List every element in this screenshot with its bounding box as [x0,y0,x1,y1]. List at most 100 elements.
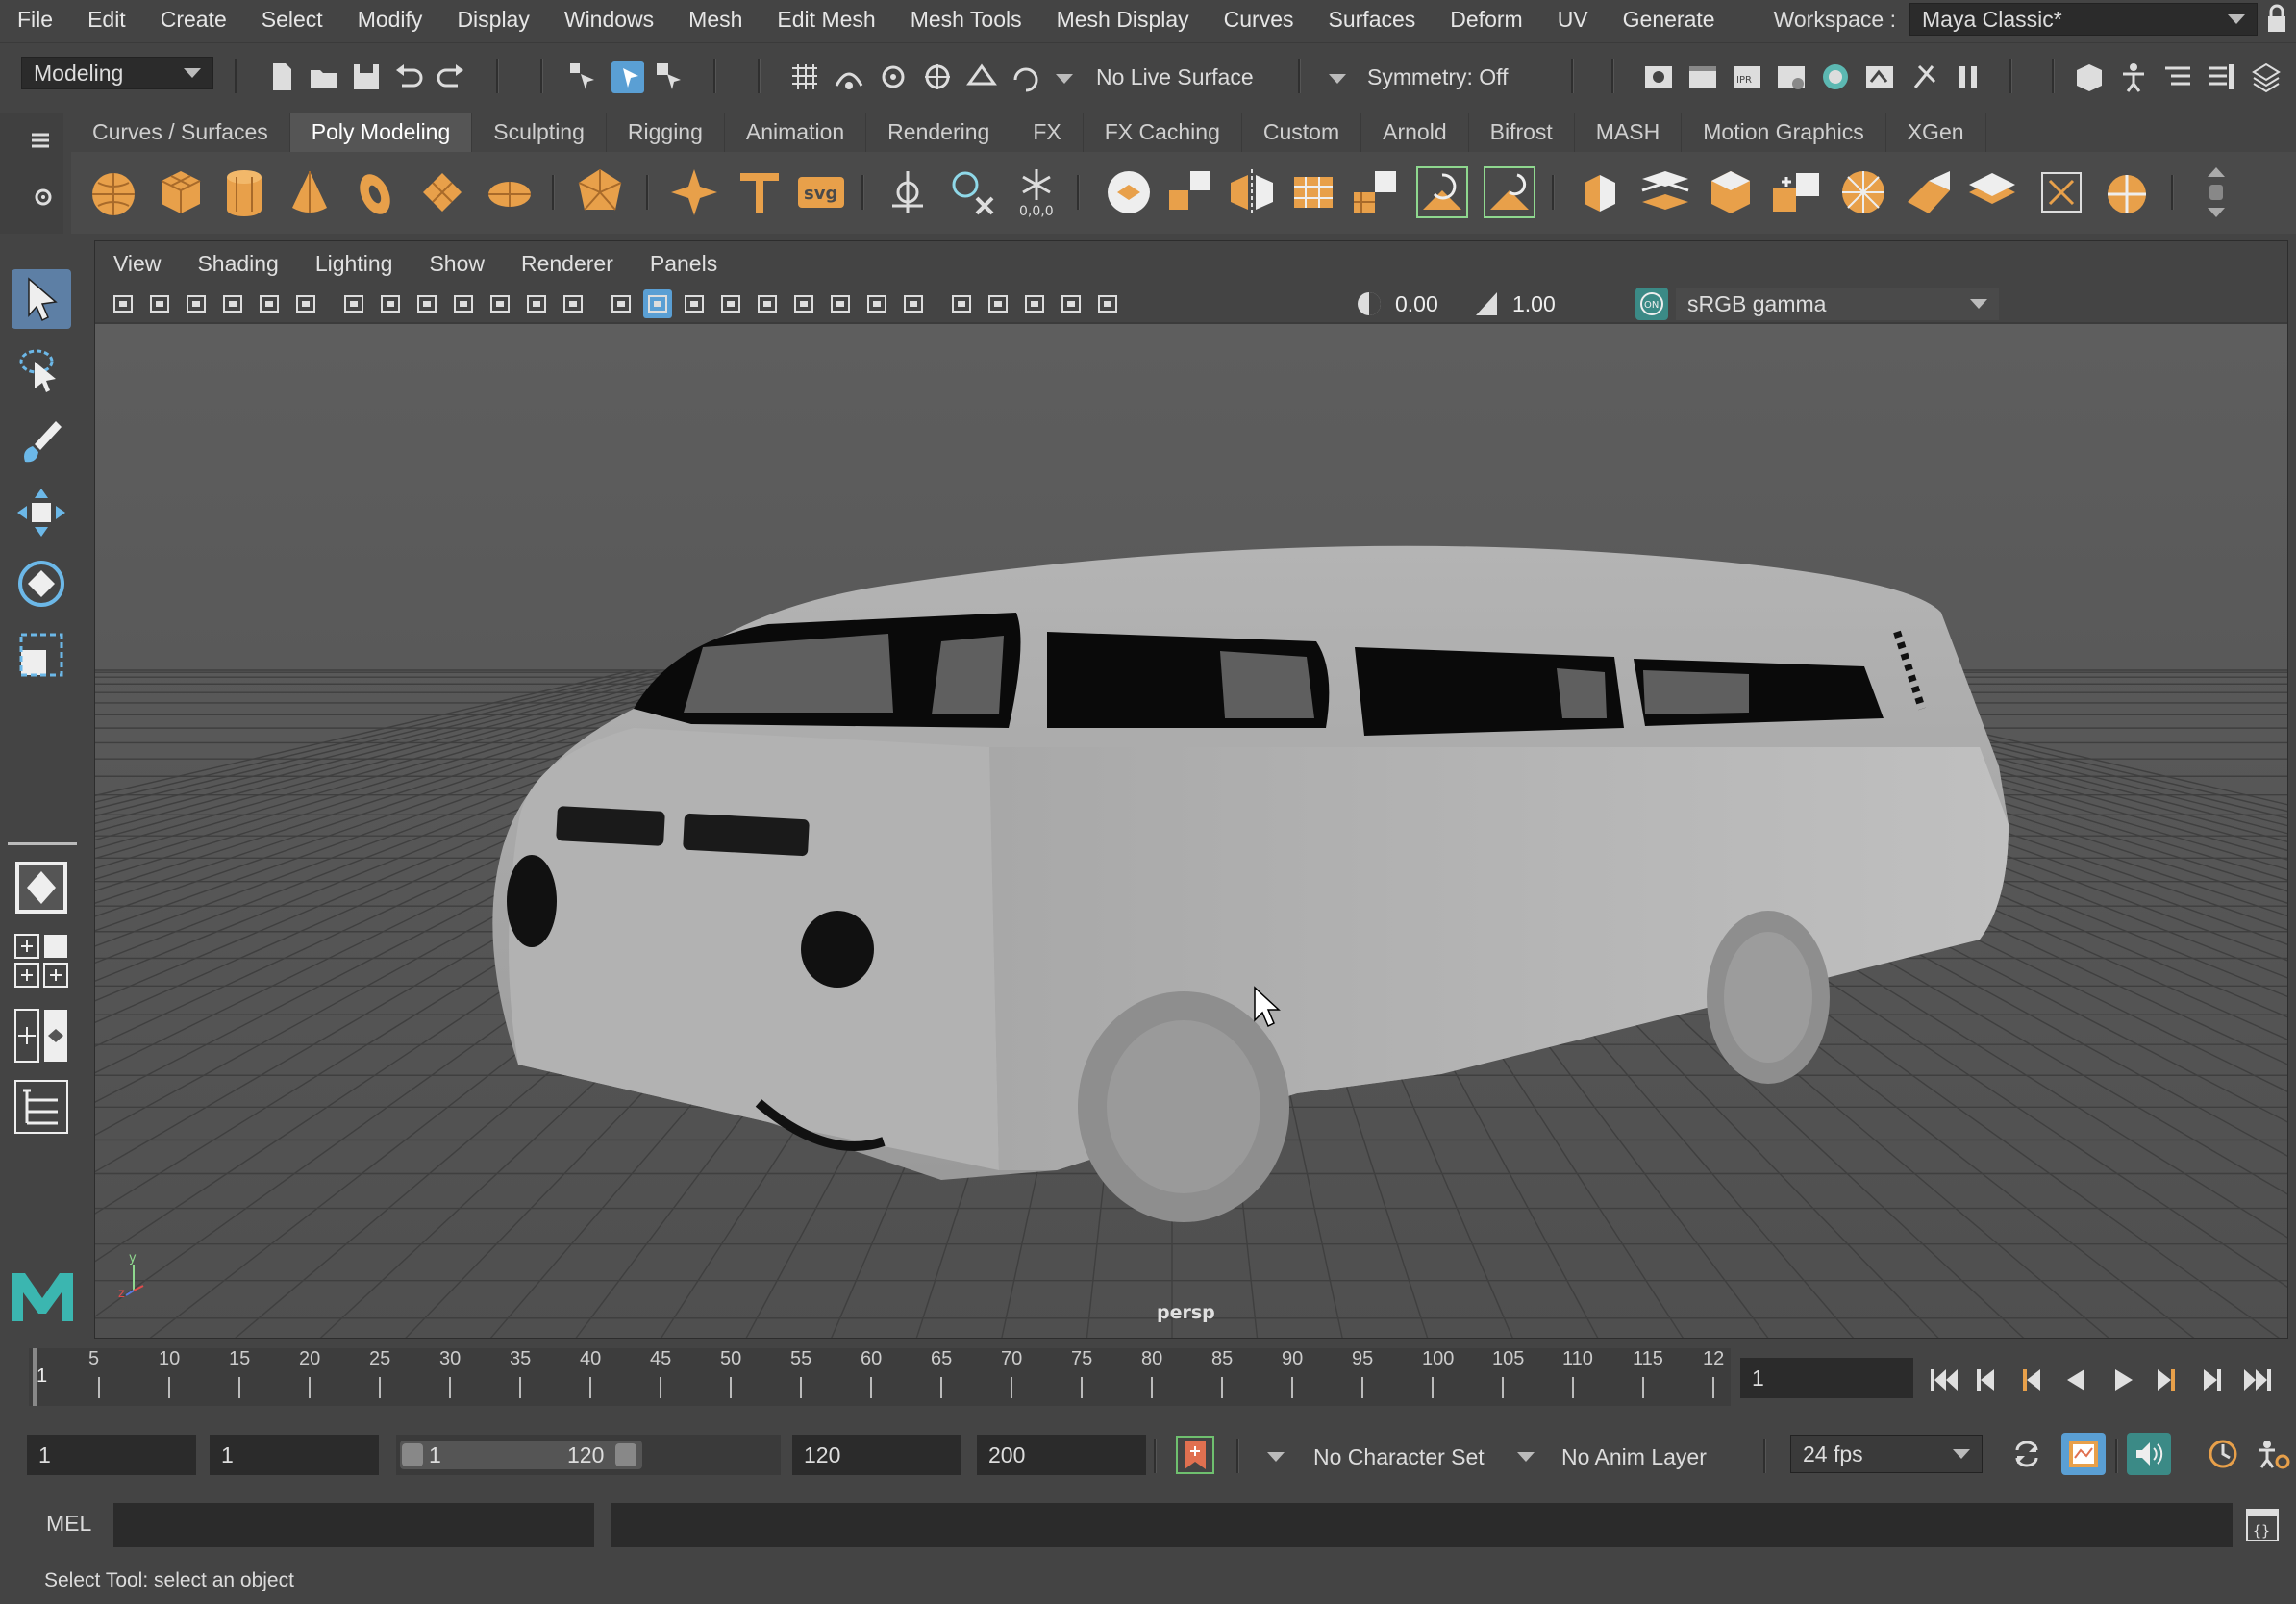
menu-edit[interactable]: Edit [70,7,143,33]
current-time-indicator[interactable] [33,1348,37,1406]
range-slider-bar[interactable]: 1 120 [396,1435,781,1475]
scale-tool-button[interactable] [12,625,71,685]
undo-icon[interactable] [392,61,425,93]
menu-mesh[interactable]: Mesh [671,7,760,33]
shelf-tab-animation[interactable]: Animation [725,113,867,152]
target-weld-icon[interactable] [1900,163,1958,221]
snap-view-plane-icon[interactable] [965,61,998,93]
bevel-icon[interactable] [1702,163,1759,221]
character-set-label[interactable]: No Character Set [1313,1444,1485,1470]
shelf-tab-poly-modeling[interactable]: Poly Modeling [289,113,473,152]
menu-uv[interactable]: UV [1540,7,1606,33]
range-end-grip[interactable] [615,1443,636,1466]
bookmarks-icon[interactable] [182,289,211,318]
shelf-tab-mash[interactable]: MASH [1575,113,1683,152]
depth-of-field-icon[interactable] [947,289,976,318]
step-forward-key-icon[interactable] [2158,1369,2175,1391]
select-by-hierarchy-icon[interactable] [567,61,600,93]
separate-icon[interactable] [1161,163,1219,221]
current-frame-field[interactable]: 1 [1740,1358,1913,1398]
menu-file[interactable]: File [0,7,70,33]
motion-blur-icon[interactable] [862,289,891,318]
wireframe-on-shaded-icon[interactable] [680,289,709,318]
lasso-tool-button[interactable] [12,340,71,400]
multi-cut-icon[interactable] [1834,163,1892,221]
color-management-toggle[interactable]: ON [1635,288,1668,320]
fill-hole-icon[interactable] [1963,163,2021,221]
single-perspective-layout-button[interactable] [12,858,71,917]
menu-mesh-display[interactable]: Mesh Display [1039,7,1207,33]
svg-tool-icon[interactable]: svg [792,163,850,221]
set-pivot-icon[interactable] [879,163,936,221]
gear-icon[interactable] [33,187,54,208]
make-live-icon[interactable] [1010,61,1042,93]
shelf-tab-rigging[interactable]: Rigging [607,113,725,152]
hypershade-icon[interactable] [1819,61,1852,93]
two-d-pan-zoom-icon[interactable] [255,289,284,318]
poly-torus-icon[interactable] [346,163,404,221]
symmetry-label[interactable]: Symmetry: Off [1367,64,1509,90]
smooth-icon[interactable] [1285,163,1342,221]
select-by-component-icon[interactable] [654,61,686,93]
shelf-tab-bifrost[interactable]: Bifrost [1469,113,1575,152]
pause-render-icon[interactable] [1952,61,1984,93]
menu-windows[interactable]: Windows [547,7,671,33]
panel-menu-panels[interactable]: Panels [632,251,736,277]
paint-select-tool-button[interactable] [12,412,71,471]
safe-title-icon[interactable] [559,289,587,318]
attribute-editor-icon[interactable] [2161,61,2194,93]
wireframe-icon[interactable] [607,289,636,318]
textured-icon[interactable] [716,289,745,318]
select-tool-button[interactable] [12,269,71,329]
panel-menu-renderer[interactable]: Renderer [503,251,632,277]
safe-action-icon[interactable] [522,289,551,318]
menu-edit-mesh[interactable]: Edit Mesh [760,7,892,33]
image-plane-icon[interactable] [218,289,247,318]
gate-mask-icon[interactable] [449,289,478,318]
render-view-icon[interactable] [1642,61,1675,93]
append-to-polygon-icon[interactable] [1767,163,1825,221]
tool-settings-icon[interactable] [2206,61,2238,93]
shelf-tab-curves-surfaces[interactable]: Curves / Surfaces [71,113,290,152]
chevron-down-icon[interactable] [1517,1452,1535,1462]
grease-pencil-icon[interactable] [291,289,320,318]
freeze-transforms-icon[interactable]: 0,0,0 [1008,163,1065,221]
go-to-end-icon[interactable] [2244,1369,2271,1391]
character-controls-icon[interactable] [2117,61,2150,93]
exposure-value[interactable]: 0.00 [1395,291,1438,317]
platonic-solid-icon[interactable] [571,163,629,221]
poly-cylinder-icon[interactable] [215,163,273,221]
shelf-tab-arnold[interactable]: Arnold [1361,113,1469,152]
go-to-start-icon[interactable] [1931,1369,1958,1391]
command-input[interactable] [113,1503,594,1547]
extrude-icon[interactable] [1571,163,1629,221]
step-back-key-icon[interactable] [2023,1369,2040,1391]
step-back-icon[interactable] [1977,1369,1994,1391]
menu-generate[interactable]: Generate [1606,7,1733,33]
gamma-icon[interactable] [1470,288,1503,320]
poly-sphere-icon[interactable] [85,163,142,221]
resolution-gate-icon[interactable] [412,289,441,318]
poly-cone-icon[interactable] [281,163,338,221]
type-tool-icon[interactable] [731,163,788,221]
cache-playback-toggle[interactable] [2061,1433,2106,1475]
backface-culling-icon[interactable] [1093,289,1122,318]
smooth-shade-icon[interactable] [643,289,672,318]
panel-menu-view[interactable]: View [95,251,179,277]
menu-create[interactable]: Create [143,7,244,33]
reduce-icon[interactable] [1346,163,1404,221]
anti-aliasing-icon[interactable] [899,289,928,318]
poly-plane-icon[interactable] [413,163,471,221]
live-surface-label[interactable]: No Live Surface [1096,64,1254,90]
delete-history-icon[interactable] [942,163,1000,221]
menu-surfaces[interactable]: Surfaces [1311,7,1434,33]
new-scene-icon[interactable] [265,61,298,93]
animation-start-field[interactable]: 1 [27,1435,196,1475]
perspective-viewport[interactable]: y z persp [95,324,2287,1338]
select-by-object-icon[interactable] [611,61,644,93]
poly-disc-icon[interactable] [481,163,538,221]
chevron-down-icon[interactable] [1056,74,1073,84]
xray-joints-icon[interactable] [1057,289,1086,318]
open-scene-icon[interactable] [308,61,340,93]
play-backwards-icon[interactable] [2067,1369,2084,1391]
